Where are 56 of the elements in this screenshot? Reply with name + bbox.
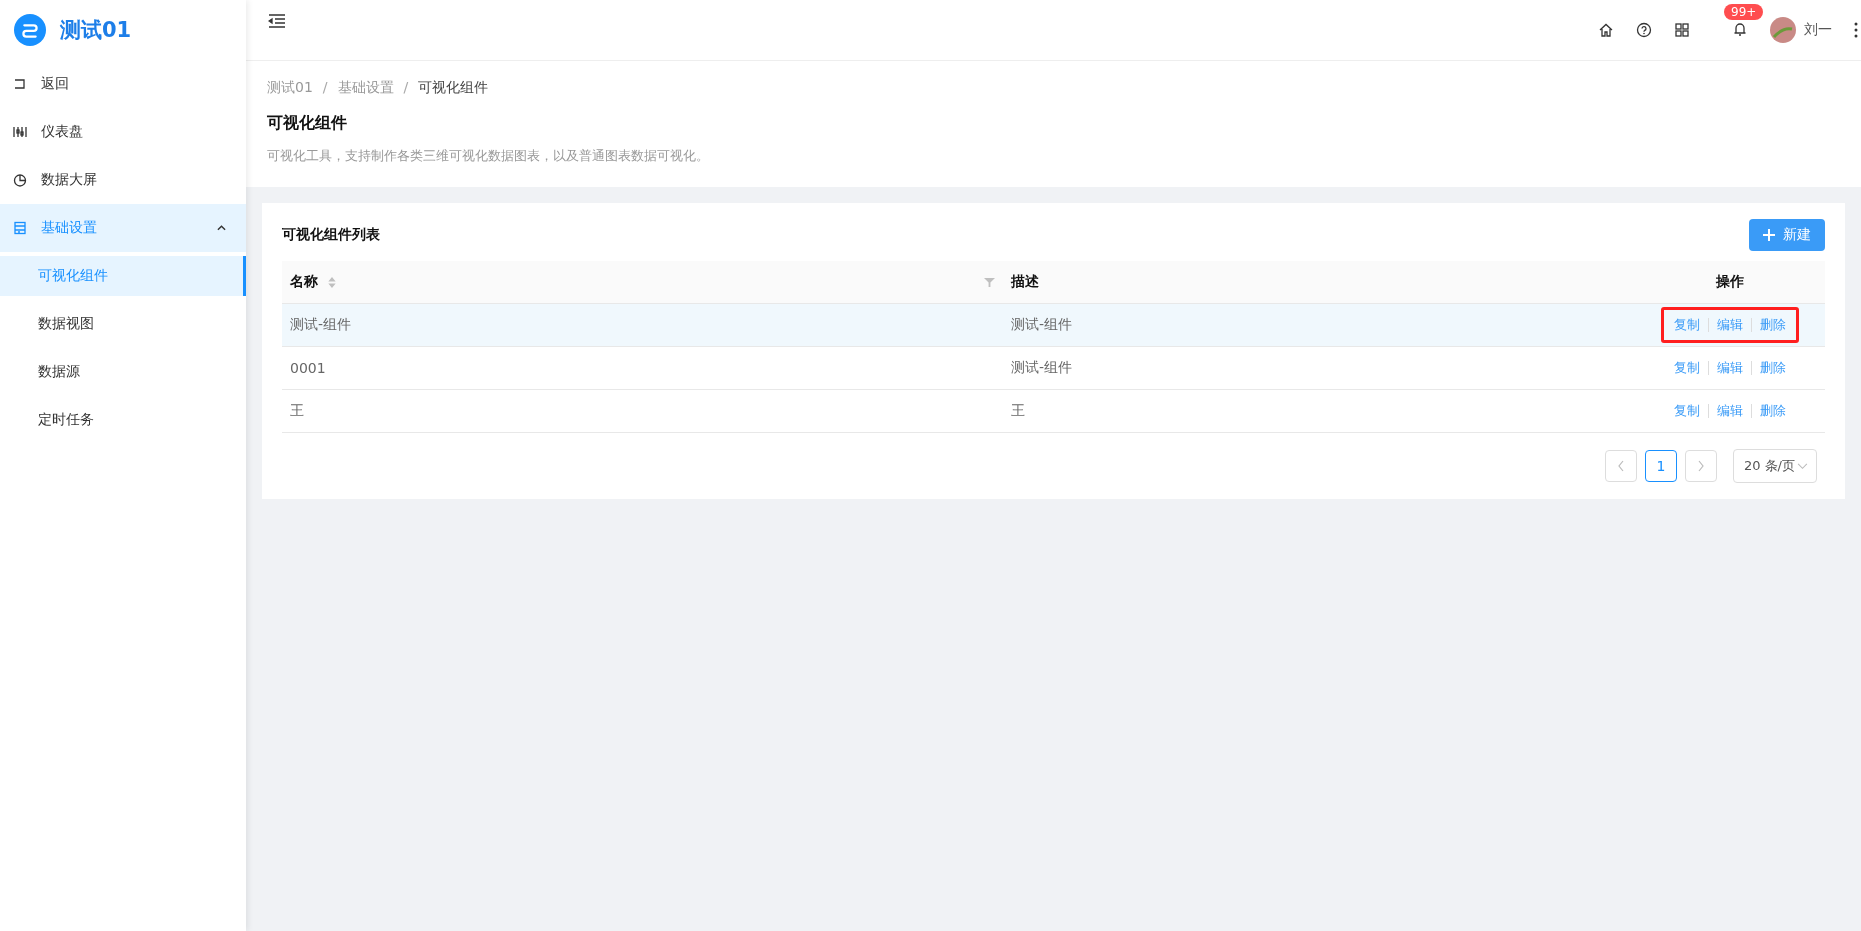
- apps-icon[interactable]: [1674, 22, 1690, 38]
- action-link[interactable]: 删除: [1760, 359, 1786, 377]
- sidebar-item[interactable]: 返回: [0, 60, 246, 108]
- table-cell: 测试-组件: [1011, 359, 1073, 375]
- breadcrumb-separator: /: [322, 79, 328, 97]
- action-link[interactable]: 删除: [1760, 402, 1786, 420]
- page-title: 可视化组件: [267, 113, 348, 134]
- sidebar-subitem[interactable]: 数据源: [0, 352, 246, 392]
- help-icon[interactable]: [1636, 22, 1652, 38]
- table-cell: 王: [1011, 402, 1025, 418]
- bell-icon[interactable]: [1732, 20, 1748, 37]
- column-header: 描述: [1011, 273, 1039, 289]
- home-icon[interactable]: [1598, 22, 1614, 38]
- new-button[interactable]: 新建: [1749, 219, 1825, 251]
- breadcrumb-item[interactable]: 测试01: [267, 79, 313, 97]
- sidebar-subitem[interactable]: 可视化组件: [0, 256, 246, 296]
- return-icon: [13, 77, 27, 91]
- table-cell: 测试-组件: [290, 316, 352, 334]
- chevron-right-icon: [1696, 460, 1705, 472]
- page-button[interactable]: 1: [1644, 450, 1677, 482]
- plus-icon: [1763, 229, 1775, 241]
- action-link[interactable]: 复制: [1674, 402, 1700, 420]
- pie-chart-icon: [13, 173, 27, 187]
- form-icon: [13, 221, 27, 235]
- sidebar-subitem[interactable]: 定时任务: [0, 400, 246, 440]
- sidebar-subitem[interactable]: 数据视图: [0, 304, 246, 344]
- breadcrumb-item: 可视化组件: [418, 79, 489, 97]
- column-header: 名称: [290, 273, 318, 291]
- breadcrumb-item[interactable]: 基础设置: [337, 79, 394, 97]
- action-link[interactable]: 编辑: [1717, 316, 1743, 334]
- app-title: 测试01: [60, 17, 132, 44]
- menu-fold-icon[interactable]: [268, 14, 286, 28]
- card-title: 可视化组件列表: [282, 226, 380, 244]
- page-size-select[interactable]: 20 条/页: [1732, 449, 1817, 483]
- table-cell: 0001: [290, 360, 326, 376]
- action-link[interactable]: 编辑: [1717, 359, 1743, 377]
- action-link[interactable]: 复制: [1674, 359, 1700, 377]
- chevron-down-icon: [1797, 462, 1808, 470]
- table-cell: 测试-组件: [1011, 316, 1073, 332]
- notification-badge: 99+: [1724, 3, 1764, 20]
- action-link[interactable]: 删除: [1760, 316, 1786, 334]
- avatar[interactable]: [1770, 17, 1796, 43]
- action-link[interactable]: 复制: [1674, 316, 1700, 334]
- column-header: 操作: [1716, 273, 1744, 291]
- action-link[interactable]: 编辑: [1717, 402, 1743, 420]
- chevron-left-icon: [1616, 460, 1625, 472]
- sidebar-item[interactable]: 基础设置: [0, 204, 246, 252]
- page-description: 可视化工具，支持制作各类三维可视化数据图表，以及普通图表数据可视化。: [267, 147, 710, 165]
- breadcrumb-separator: /: [403, 79, 409, 97]
- logo-icon: [14, 14, 46, 46]
- user-name[interactable]: 刘一: [1804, 21, 1832, 39]
- sliders-icon: [13, 125, 27, 139]
- sidebar-item[interactable]: 仪表盘: [0, 108, 246, 156]
- sidebar-item[interactable]: 数据大屏: [0, 156, 246, 204]
- table-cell: 王: [290, 402, 304, 420]
- more-icon[interactable]: [1854, 22, 1858, 38]
